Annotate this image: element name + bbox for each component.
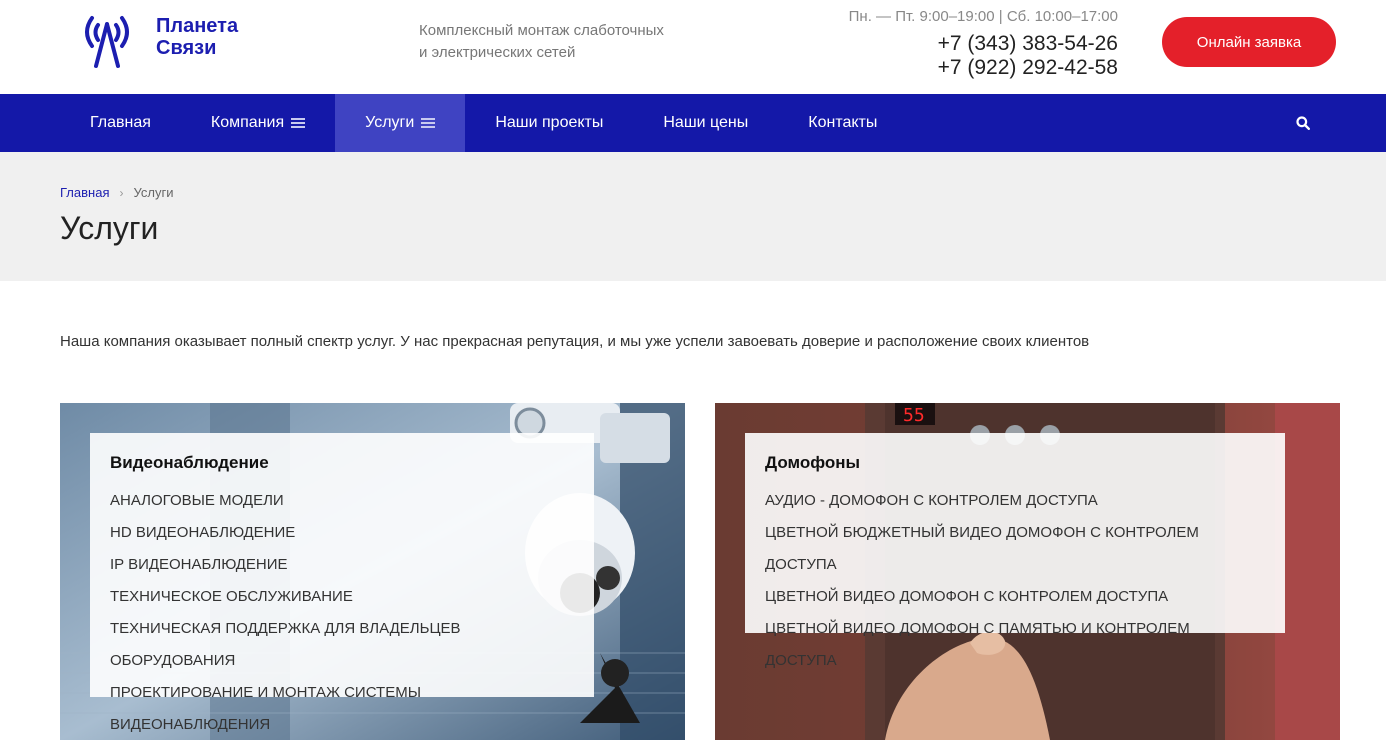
- nav-item-home[interactable]: Главная: [60, 94, 181, 152]
- nav-item-label: Главная: [90, 114, 151, 131]
- nav-item-contacts[interactable]: Контакты: [778, 94, 907, 152]
- brand-line-2: Связи: [156, 37, 217, 59]
- site-header: Планета Связи Комплексный монтаж слабото…: [0, 0, 1386, 94]
- brand-line-1: Планета: [156, 15, 239, 37]
- service-card-video[interactable]: Видеонаблюдение АНАЛОГОВЫЕ МОДЕЛИ HD ВИД…: [60, 403, 685, 740]
- service-link[interactable]: ЦВЕТНОЙ БЮДЖЕТНЫЙ ВИДЕО ДОМОФОН С КОНТРО…: [765, 517, 1265, 581]
- intercom-display-text: 55: [903, 405, 925, 426]
- card-panel: Домофоны АУДИО - ДОМОФОН С КОНТРОЛЕМ ДОС…: [745, 433, 1285, 669]
- phones: +7 (343) 383-54-26 +7 (922) 292-42-58: [938, 32, 1118, 80]
- nav-item-label: Услуги: [365, 114, 415, 131]
- menu-icon: [421, 116, 436, 131]
- service-link[interactable]: ПРОЕКТИРОВАНИЕ И МОНТАЖ СИСТЕМЫ ВИДЕОНАБ…: [110, 677, 574, 740]
- service-link[interactable]: HD ВИДЕОНАБЛЮДЕНИЕ: [110, 517, 574, 549]
- logo[interactable]: Планета Связи: [80, 10, 238, 70]
- nav-item-projects[interactable]: Наши проекты: [465, 94, 633, 152]
- nav-item-label: Компания: [210, 114, 285, 131]
- phone-2[interactable]: +7 (922) 292-42-58: [938, 56, 1118, 80]
- nav-item-label: Наши проекты: [495, 114, 604, 131]
- menu-icon: [291, 116, 306, 131]
- service-card-intercom[interactable]: 55 Домофоны АУДИО - ДОМОФОН С КОНТРОЛЕМ …: [715, 403, 1340, 740]
- nav-item-label: Наши цены: [663, 114, 749, 131]
- phone-1[interactable]: +7 (343) 383-54-26: [938, 32, 1118, 56]
- brand-name: Планета Связи: [156, 15, 238, 59]
- service-list: АУДИО - ДОМОФОН С КОНТРОЛЕМ ДОСТУПА ЦВЕТ…: [765, 485, 1265, 677]
- card-title[interactable]: Домофоны: [765, 453, 1265, 473]
- nav-item-label: Контакты: [808, 114, 878, 131]
- search-icon: [1296, 116, 1310, 130]
- card-title[interactable]: Видеонаблюдение: [110, 453, 574, 473]
- antenna-logo-icon: [85, 16, 129, 68]
- online-request-button[interactable]: Онлайн заявка: [1162, 17, 1336, 67]
- page-header: Главная › Услуги Услуги: [0, 152, 1386, 281]
- nav-item-services[interactable]: Услуги: [335, 94, 466, 152]
- service-link[interactable]: ЦВЕТНОЙ ВИДЕО ДОМОФОН С КОНТРОЛЕМ ДОСТУП…: [765, 581, 1265, 613]
- breadcrumb-current: Услуги: [133, 185, 174, 200]
- page-title: Услуги: [60, 210, 159, 246]
- intro-text: Наша компания оказывает полный спектр ус…: [60, 333, 1090, 350]
- service-link[interactable]: ТЕХНИЧЕСКАЯ ПОДДЕРЖКА ДЛЯ ВЛАДЕЛЬЦЕВ ОБО…: [110, 613, 574, 677]
- search-button[interactable]: [1296, 94, 1310, 152]
- nav-item-company[interactable]: Компания: [181, 94, 335, 152]
- breadcrumb: Главная › Услуги: [60, 185, 1386, 200]
- working-hours: Пн. — Пт. 9:00–19:00 | Сб. 10:00–17:00: [848, 8, 1118, 25]
- breadcrumb-home-link[interactable]: Главная: [60, 185, 109, 200]
- service-link[interactable]: АНАЛОГОВЫЕ МОДЕЛИ: [110, 485, 574, 517]
- nav-item-prices[interactable]: Наши цены: [633, 94, 778, 152]
- service-link[interactable]: IP ВИДЕОНАБЛЮДЕНИЕ: [110, 549, 574, 581]
- service-list: АНАЛОГОВЫЕ МОДЕЛИ HD ВИДЕОНАБЛЮДЕНИЕ IP …: [110, 485, 574, 740]
- main-nav: Главная Компания Услуги Наши проекты Наш…: [0, 94, 1386, 152]
- tagline-line-2: и электрических сетей: [419, 44, 576, 61]
- service-link[interactable]: ЦВЕТНОЙ ВИДЕО ДОМОФОН С ПАМЯТЬЮ И КОНТРО…: [765, 613, 1265, 677]
- service-link[interactable]: АУДИО - ДОМОФОН С КОНТРОЛЕМ ДОСТУПА: [765, 485, 1265, 517]
- card-panel: Видеонаблюдение АНАЛОГОВЫЕ МОДЕЛИ HD ВИД…: [90, 433, 594, 733]
- chevron-right-icon: ›: [119, 185, 124, 200]
- tagline: Комплексный монтаж слаботочных и электри…: [419, 20, 664, 64]
- service-link[interactable]: ТЕХНИЧЕСКОЕ ОБСЛУЖИВАНИЕ: [110, 581, 574, 613]
- tagline-line-1: Комплексный монтаж слаботочных: [419, 22, 664, 39]
